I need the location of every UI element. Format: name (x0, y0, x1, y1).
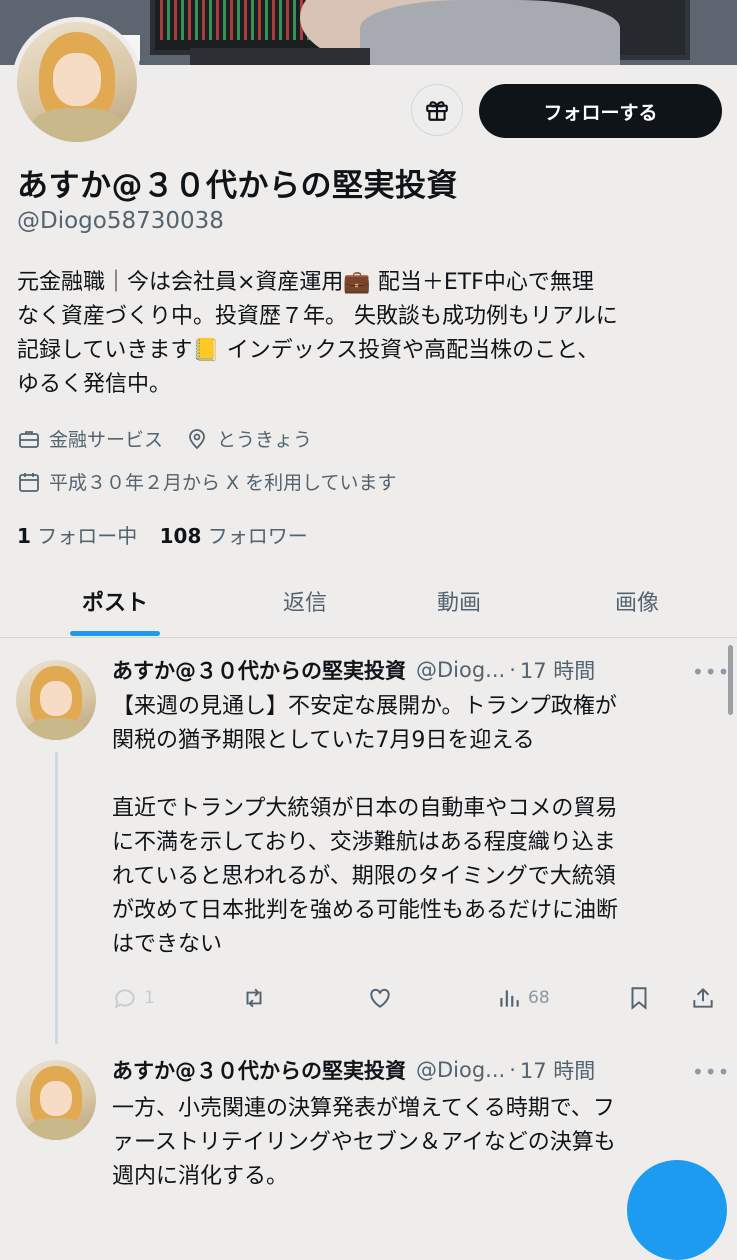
active-tab-indicator (70, 631, 160, 636)
share-icon (693, 987, 713, 1008)
reply-count: 1 (144, 988, 155, 1008)
tweet-dot: · (509, 1058, 516, 1082)
profile-avatar[interactable] (12, 17, 142, 147)
banner-person-body (360, 0, 620, 65)
views-button[interactable]: 68 (496, 985, 550, 1011)
location-pin-icon (189, 428, 205, 449)
follow-button[interactable]: フォローする (479, 84, 722, 138)
tweet-avatar[interactable] (16, 660, 96, 740)
tweet-header: あすか@３０代からの堅実投資 @Diog... · 17 時間 (112, 655, 595, 685)
handle: @Diogo58730038 (17, 208, 224, 234)
gift-button[interactable] (411, 84, 463, 136)
tweet-author-handle[interactable]: @Diog... (416, 1058, 505, 1082)
bio: 元金融職｜今は会社員×資産運用💼 配当＋ETF中心で無理 なく資産づくり中。投資… (17, 270, 618, 397)
scrollbar[interactable] (728, 645, 733, 715)
gift-icon (426, 101, 448, 121)
followers-count[interactable]: 108 (160, 524, 202, 548)
like-button[interactable] (366, 985, 400, 1011)
tweet-avatar[interactable] (16, 1060, 96, 1140)
tab-videos[interactable]: 動画 (384, 567, 534, 635)
tweet-text: 一方、小売関連の決算発表が増えてくる時期で、フ ァーストリテイリングやセブン＆ア… (112, 1096, 616, 1189)
follow-counts: 1 フォロー中 108 フォロワー (17, 520, 324, 549)
tweet-actions: 1 68 (112, 985, 722, 1017)
tweet-text: 【来週の見通し】不安定な展開か。トランプ政権が 関税の猶予期限としていた7月9日… (112, 694, 619, 957)
retweet-icon (246, 988, 262, 1008)
location-item: とうきょう (185, 425, 312, 452)
followers-label[interactable]: フォロワー (208, 524, 308, 548)
more-options-button[interactable]: ••• (692, 1060, 730, 1084)
compose-button[interactable] (627, 1160, 727, 1260)
briefcase-icon (19, 430, 39, 448)
views-count: 68 (528, 988, 550, 1008)
thread-line (55, 752, 58, 1044)
views-icon (500, 990, 519, 1007)
tweet-author-name[interactable]: あすか@３０代からの堅実投資 (112, 655, 406, 685)
like-icon (370, 988, 390, 1008)
reply-button[interactable]: 1 (112, 985, 155, 1011)
tweet-header: あすか@３０代からの堅実投資 @Diog... · 17 時間 (112, 1055, 595, 1085)
profile-meta-row: 金融サービス とうきょう (17, 425, 334, 452)
tweet-author-handle[interactable]: @Diog... (416, 658, 505, 682)
following-count[interactable]: 1 (17, 524, 31, 548)
following-label[interactable]: フォロー中 (37, 524, 137, 548)
tweet-dot: · (509, 658, 516, 682)
bookmark-icon (631, 987, 647, 1010)
tab-posts[interactable]: ポスト (40, 567, 190, 635)
category-label: 金融サービス (49, 429, 164, 451)
tweet-time[interactable]: 17 時間 (520, 655, 595, 685)
tweet-author-name[interactable]: あすか@３０代からの堅実投資 (112, 1055, 406, 1085)
share-button[interactable] (690, 985, 722, 1011)
retweet-button[interactable] (240, 985, 274, 1011)
banner-keyboard (190, 48, 370, 65)
display-name: あすか@３０代からの堅実投資 (17, 168, 458, 204)
more-options-button[interactable]: ••• (692, 660, 730, 684)
calendar-icon (19, 472, 39, 492)
tweet-time[interactable]: 17 時間 (520, 1055, 595, 1085)
joined-row: 平成３０年２月から X を利用しています (17, 468, 419, 495)
category-item: 金融サービス (17, 425, 163, 452)
tab-replies[interactable]: 返信 (230, 567, 380, 635)
location-label: とうきょう (217, 429, 313, 451)
tab-images[interactable]: 画像 (562, 567, 712, 635)
reply-icon (114, 989, 135, 1009)
profile-tabs: ポスト 返信 動画 画像 (0, 567, 737, 638)
bookmark-button[interactable] (626, 985, 658, 1011)
joined-label: 平成３０年２月から X を利用しています (49, 472, 397, 494)
